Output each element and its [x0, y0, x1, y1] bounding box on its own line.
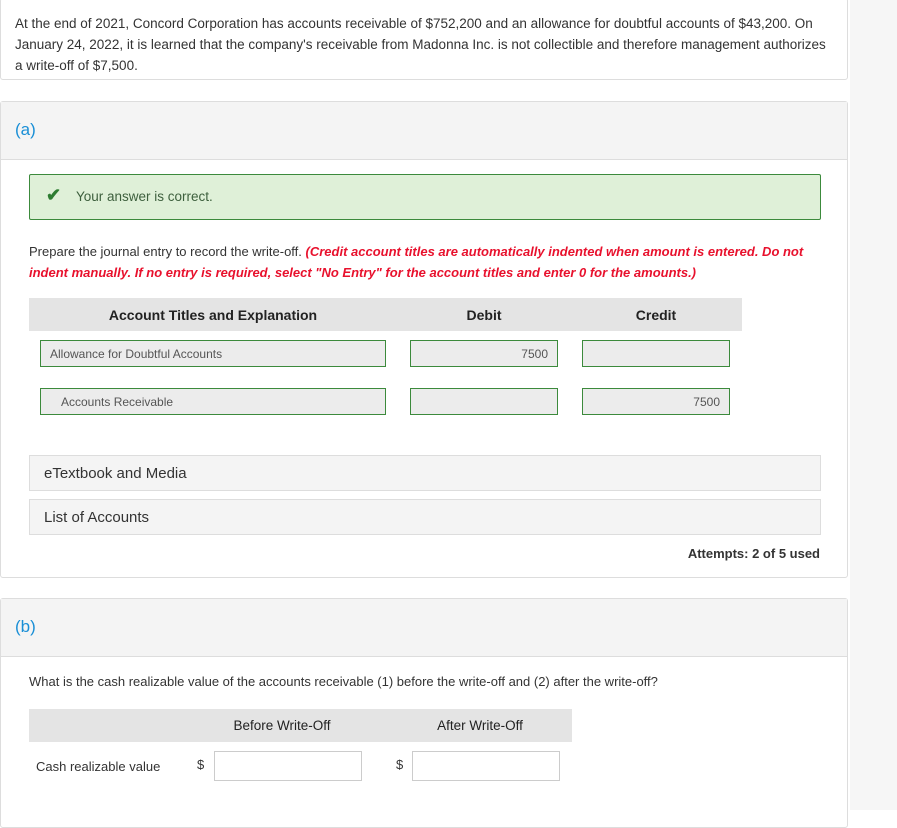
- right-gutter: [850, 0, 897, 810]
- account-input-2[interactable]: Accounts Receivable: [40, 388, 386, 415]
- account-input-1[interactable]: Allowance for Doubtful Accounts: [40, 340, 386, 367]
- instruction-text: Prepare the journal entry to record the …: [29, 244, 306, 259]
- header-debit: Debit: [466, 307, 502, 323]
- credit-input-2[interactable]: 7500: [582, 388, 730, 415]
- problem-statement: At the end of 2021, Concord Corporation …: [0, 0, 848, 80]
- checkmark-icon: ✔: [46, 185, 62, 205]
- etextbook-link[interactable]: eTextbook and Media: [29, 455, 821, 491]
- list-of-accounts-link[interactable]: List of Accounts: [29, 499, 821, 535]
- feedback-text: Your answer is correct.: [76, 189, 213, 204]
- header-before: Before Write-Off: [233, 718, 331, 733]
- header-account: Account Titles and Explanation: [108, 307, 318, 323]
- part-a-section: (a) ✔ Your answer is correct. Prepare the…: [0, 101, 848, 578]
- part-b-label: (b): [1, 599, 847, 657]
- credit-input-1[interactable]: [582, 340, 730, 367]
- currency-after: $: [396, 757, 404, 772]
- correct-banner: ✔ Your answer is correct.: [29, 174, 821, 220]
- journal-table-header: Account Titles and Explanation Debit Cre…: [29, 298, 742, 331]
- problem-text: At the end of 2021, Concord Corporation …: [15, 16, 826, 73]
- part-b-table-header: Before Write-Off After Write-Off: [29, 709, 572, 742]
- part-a-label: (a): [1, 102, 847, 160]
- before-write-off-input[interactable]: [214, 751, 362, 781]
- part-b-question: What is the cash realizable value of the…: [29, 674, 658, 689]
- header-credit: Credit: [635, 307, 677, 323]
- instruction: Prepare the journal entry to record the …: [29, 241, 819, 283]
- debit-input-1[interactable]: 7500: [410, 340, 558, 367]
- header-after: After Write-Off: [437, 718, 523, 733]
- part-b-section: (b) What is the cash realizable value of…: [0, 598, 848, 828]
- debit-input-2[interactable]: [410, 388, 558, 415]
- after-write-off-input[interactable]: [412, 751, 560, 781]
- currency-before: $: [197, 757, 205, 772]
- attempts-counter: Attempts: 2 of 5 used: [687, 546, 820, 561]
- row-label: Cash realizable value: [36, 759, 161, 774]
